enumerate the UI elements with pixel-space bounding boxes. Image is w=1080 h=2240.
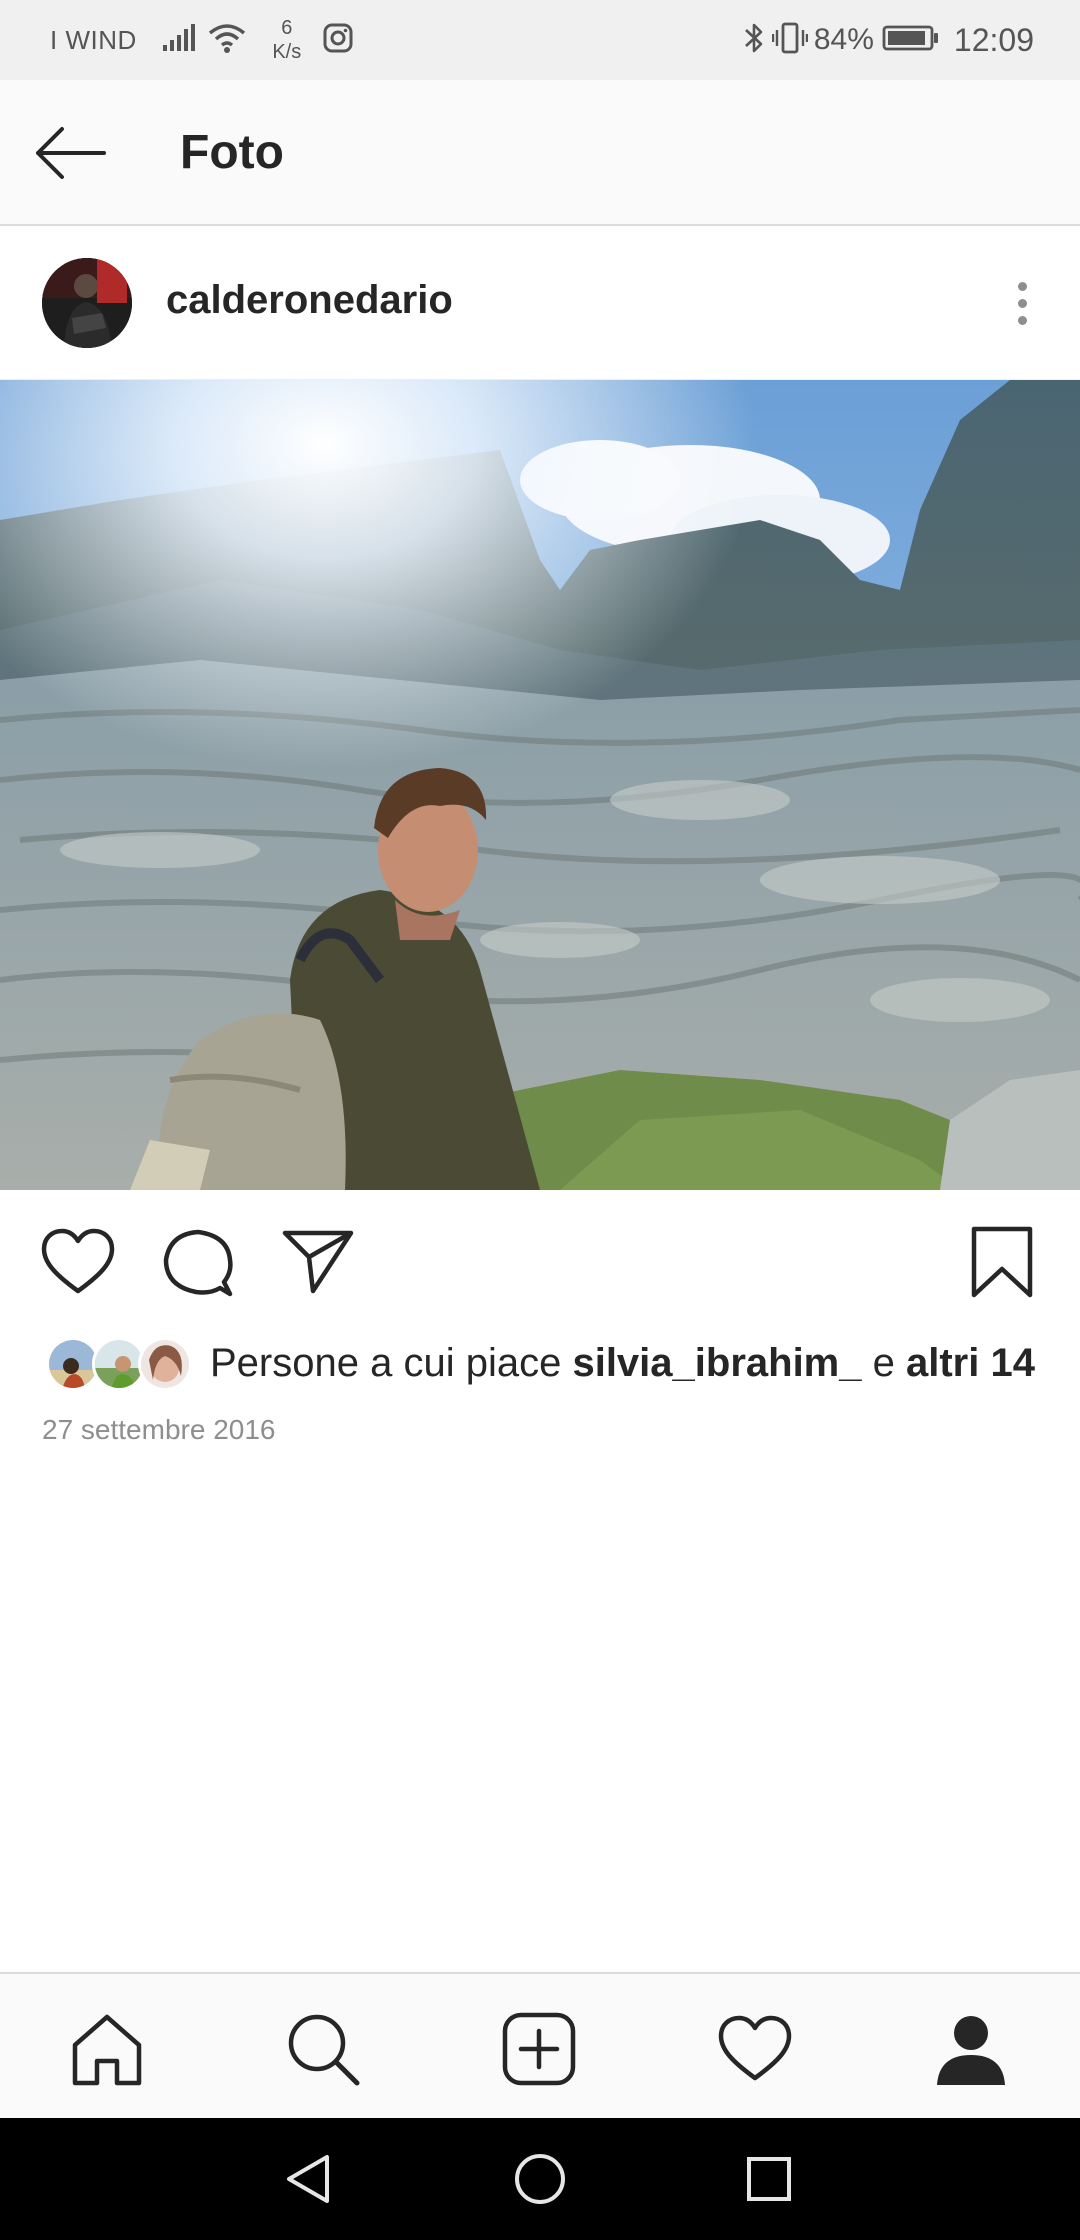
- post-date: 27 settembre 2016: [42, 1414, 276, 1445]
- likes-prefix: Persone a cui piace: [210, 1340, 562, 1385]
- system-nav-bar: [0, 2118, 1080, 2240]
- more-dot: [1017, 315, 1027, 325]
- network-speed-unit: K/s: [272, 41, 302, 63]
- carrier-name: I WIND: [50, 24, 137, 55]
- nav-profile[interactable]: [926, 2004, 1016, 2094]
- back-button[interactable]: [28, 120, 112, 186]
- comment-icon: [163, 1229, 233, 1297]
- other-likers-link[interactable]: altri 14: [906, 1341, 1035, 1385]
- user-avatar[interactable]: [42, 258, 132, 348]
- nav-new-post[interactable]: [494, 2004, 584, 2094]
- instagram-notification-icon: [323, 23, 353, 58]
- post-photo[interactable]: [0, 380, 1080, 1190]
- liker-avatars: [46, 1333, 196, 1393]
- comment-button[interactable]: [156, 1220, 240, 1304]
- system-back-button[interactable]: [276, 2146, 342, 2212]
- bluetooth-icon: [742, 21, 766, 60]
- post-username[interactable]: calderonedario: [166, 278, 453, 323]
- likes-text: Persone a cui piace silvia_ibrahim_ e al…: [210, 1341, 1035, 1386]
- likes-joiner: e: [872, 1340, 895, 1385]
- nav-search[interactable]: [278, 2004, 368, 2094]
- more-vertical-icon: [1017, 281, 1027, 291]
- bottom-nav: [0, 1972, 1080, 2118]
- page-title: Foto: [180, 126, 284, 179]
- network-speed: 6 K/s: [267, 16, 307, 64]
- heart-icon: [41, 1228, 115, 1294]
- profile-icon: [937, 2016, 1005, 2085]
- first-liker-link[interactable]: silvia_ibrahim_: [572, 1341, 861, 1385]
- battery-percent: 84%: [813, 23, 874, 56]
- home-icon: [72, 2014, 142, 2086]
- arrow-left-icon: [36, 127, 106, 179]
- status-left: I WIND 6 K/s: [50, 0, 353, 80]
- send-icon: [282, 1230, 354, 1294]
- activity-heart-icon: [718, 2015, 792, 2081]
- system-home-button[interactable]: [507, 2146, 573, 2212]
- save-button[interactable]: [960, 1220, 1044, 1304]
- more-dot: [1017, 298, 1027, 308]
- more-options-button[interactable]: [998, 270, 1046, 336]
- system-recents-button[interactable]: [736, 2146, 802, 2212]
- likes-row[interactable]: Persone a cui piace silvia_ibrahim_ e al…: [0, 1330, 1080, 1396]
- network-speed-value: 6: [281, 17, 293, 39]
- nav-home[interactable]: [62, 2004, 152, 2094]
- nav-activity[interactable]: [710, 2004, 800, 2094]
- status-bar: I WIND 6 K/s 84% 12:09: [0, 0, 1080, 80]
- clock: 12:09: [953, 21, 1034, 58]
- status-right: 84% 12:09: [742, 0, 1034, 80]
- post-header: calderonedario: [0, 226, 1080, 380]
- signal-icon: [161, 23, 197, 58]
- triangle-back-icon: [287, 2155, 329, 2203]
- battery-icon: [882, 24, 940, 57]
- wifi-icon: [207, 22, 247, 59]
- add-post-icon: [502, 2012, 576, 2086]
- bookmark-icon: [971, 1226, 1033, 1298]
- search-icon: [288, 2014, 360, 2086]
- liker-avatar: [138, 1337, 192, 1391]
- vibrate-icon: [771, 21, 809, 60]
- square-recents-icon: [747, 2157, 791, 2201]
- share-button[interactable]: [276, 1220, 360, 1304]
- like-button[interactable]: [36, 1220, 120, 1304]
- circle-home-icon: [515, 2154, 565, 2204]
- post-actions: [0, 1190, 1080, 1330]
- app-bar: Foto: [0, 80, 1080, 226]
